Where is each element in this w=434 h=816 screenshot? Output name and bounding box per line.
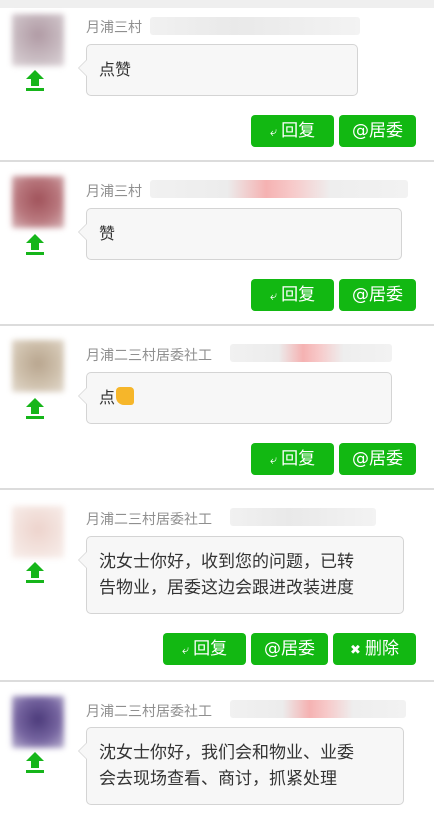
mention-label: @居委 xyxy=(264,639,315,659)
author-name: 月浦二三村居委社工 xyxy=(86,704,212,720)
comment-text-line: 沈女士你好，我们会和物业、业委 xyxy=(99,743,354,763)
comment-bubble: 点 xyxy=(78,372,392,424)
avatar[interactable] xyxy=(12,506,64,558)
author-name: 月浦二三村居委社工 xyxy=(86,348,212,364)
redacted-name xyxy=(230,344,392,362)
comment-text: 赞 xyxy=(99,224,116,243)
comment-bubble: 点赞 xyxy=(78,44,358,96)
upvote-arrow-icon[interactable] xyxy=(26,562,44,584)
reply-arrow-icon: ⤶ xyxy=(269,453,278,468)
upvote-arrow-icon[interactable] xyxy=(26,70,44,92)
redacted-name xyxy=(230,508,376,526)
comment-bubble: 沈女士你好，我们会和物业、业委 会去现场查看、商讨，抓紧处理 xyxy=(78,727,404,805)
reply-button[interactable]: ⤶ 回复 xyxy=(251,279,334,311)
reply-label: 回复 xyxy=(281,285,316,305)
author-name: 月浦三村 xyxy=(86,20,142,36)
delete-button[interactable]: ✖ 删除 xyxy=(333,633,416,665)
avatar[interactable] xyxy=(12,176,64,228)
upvote-arrow-icon[interactable] xyxy=(26,234,44,256)
mention-label: @居委 xyxy=(352,285,403,305)
reply-button[interactable]: ⤶ 回复 xyxy=(251,443,334,475)
comment-text: 点 xyxy=(99,388,116,407)
mention-committee-button[interactable]: @居委 xyxy=(339,115,416,147)
upvote-arrow-icon[interactable] xyxy=(26,398,44,420)
redacted-name xyxy=(150,180,408,198)
reply-button[interactable]: ⤶ 回复 xyxy=(163,633,246,665)
avatar[interactable] xyxy=(12,696,64,748)
reply-button[interactable]: ⤶ 回复 xyxy=(251,115,334,147)
redacted-name xyxy=(230,700,406,718)
delete-label: 删除 xyxy=(364,639,399,659)
comment-item: 月浦二三村居委社工 点 ⤶ 回复 @居委 xyxy=(0,326,434,488)
author-name: 月浦二三村居委社工 xyxy=(86,512,212,528)
comment-item: 月浦三村 赞 ⤶ 回复 @居委 xyxy=(0,162,434,324)
comment-text-line: 告物业，居委这边会跟进改装进度 xyxy=(99,578,354,598)
reply-label: 回复 xyxy=(281,449,316,469)
reply-arrow-icon: ⤶ xyxy=(181,643,190,658)
mention-committee-button[interactable]: @居委 xyxy=(339,443,416,475)
reply-label: 回复 xyxy=(281,121,316,141)
author-name: 月浦三村 xyxy=(86,184,142,200)
comment-text-line: 会去现场查看、商讨，抓紧处理 xyxy=(99,769,337,789)
comment-text-line: 沈女士你好，收到您的问题，已转 xyxy=(99,552,354,572)
mention-label: @居委 xyxy=(352,449,403,469)
x-circle-icon: ✖ xyxy=(350,643,361,658)
mention-label: @居委 xyxy=(352,121,403,141)
comment-bubble: 沈女士你好，收到您的问题，已转 告物业，居委这边会跟进改装进度 xyxy=(78,536,404,614)
comment-text: 点赞 xyxy=(99,60,132,79)
thumbs-up-emoji-icon xyxy=(116,387,135,405)
mention-committee-button[interactable]: @居委 xyxy=(339,279,416,311)
upvote-arrow-icon[interactable] xyxy=(26,752,44,774)
reply-arrow-icon: ⤶ xyxy=(269,125,278,140)
reply-label: 回复 xyxy=(193,639,228,659)
avatar[interactable] xyxy=(12,14,64,66)
comment-bubble: 赞 xyxy=(78,208,402,260)
comment-item: 月浦二三村居委社工 沈女士你好，我们会和物业、业委 会去现场查看、商讨，抓紧处理 xyxy=(0,682,434,816)
comment-item: 月浦二三村居委社工 沈女士你好，收到您的问题，已转 告物业，居委这边会跟进改装进… xyxy=(0,490,434,680)
redacted-name xyxy=(150,17,360,35)
comment-item: 月浦三村 点赞 ⤶ 回复 @居委 xyxy=(0,0,434,160)
mention-committee-button[interactable]: @居委 xyxy=(251,633,328,665)
avatar[interactable] xyxy=(12,340,64,392)
reply-arrow-icon: ⤶ xyxy=(269,289,278,304)
